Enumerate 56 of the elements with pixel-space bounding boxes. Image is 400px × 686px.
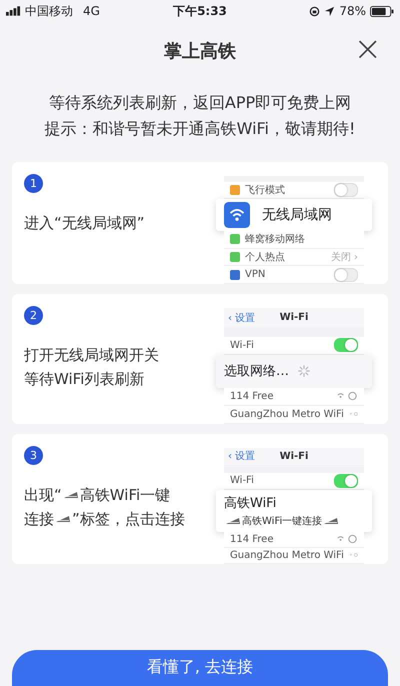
network-type: 4G (83, 4, 100, 18)
setting-label: 个人热点 (245, 250, 286, 264)
connect-button[interactable]: 看懂了, 去连接 (12, 650, 388, 686)
step-number: 3 (24, 446, 43, 465)
network-name: 114 Free (230, 390, 274, 402)
instruction-text: 提示：和谐号暂未开通高铁WiFi，敬请期待! (44, 118, 356, 140)
back-link[interactable]: ‹ 设置 (228, 310, 256, 325)
signal-icon (6, 6, 21, 16)
location-icon (324, 6, 336, 16)
battery-icon (370, 6, 394, 16)
popup-title: 高铁WiFi (224, 494, 276, 512)
setting-label: 蜂窝移动网络 (245, 232, 306, 246)
toggle-switch[interactable] (334, 474, 358, 488)
train-icon (323, 516, 340, 525)
step-text: 出现“ (24, 485, 62, 506)
setting-label: Wi-Fi (230, 475, 255, 486)
setting-label: 飞行模式 (245, 184, 286, 197)
toggle-switch[interactable] (334, 182, 358, 197)
toggle-switch[interactable] (334, 338, 358, 352)
network-name: 114 Free (230, 534, 274, 545)
clock: 下午5:33 (173, 2, 227, 20)
rotation-lock-icon (309, 6, 320, 16)
network-name: GuangZhou Metro WiFi (230, 550, 344, 561)
train-icon (62, 491, 79, 499)
train-icon (225, 516, 241, 525)
step-text: 等待WiFi列表刷新 (24, 369, 144, 390)
network-popup[interactable]: 高铁WiFi 高铁WiFi一键连接 (216, 490, 372, 532)
step-number: 2 (24, 306, 43, 325)
screen-title: Wi-Fi (280, 450, 308, 462)
instruction-text: 等待系统列表刷新，返回APP即可免费上网 (48, 92, 352, 114)
step-text: 高铁WiFi一键 (80, 485, 170, 506)
wifi-info-icon (336, 534, 358, 544)
setting-value: 关闭 › (330, 250, 358, 264)
screen-title: Wi-Fi (280, 312, 308, 324)
step-number: 1 (24, 174, 43, 193)
train-icon (55, 515, 71, 523)
wlan-popup[interactable]: 无线局域网 (216, 199, 372, 231)
popup-title: 无线局域网 (262, 206, 332, 224)
battery-percent: 78% (339, 4, 366, 18)
step-text: 进入“无线局域网” (24, 213, 145, 234)
popup-title: 选取网络… (224, 363, 289, 380)
step-text: 打开无线局域网开关 (24, 345, 159, 366)
setting-label: VPN (245, 269, 266, 280)
wifi-info-icon (336, 391, 358, 402)
popup-subtitle: 高铁WiFi一键连接 (242, 514, 322, 528)
page-title: 掌上高铁 (164, 40, 236, 63)
toggle-switch[interactable] (334, 268, 358, 282)
setting-label: Wi-Fi (230, 340, 255, 351)
close-button[interactable]: × (354, 32, 382, 66)
network-name: GuangZhou Metro WiFi (230, 408, 344, 420)
carrier-name: 中国移动 (25, 2, 73, 20)
step-text: 连接 (24, 509, 54, 530)
spinner-icon (297, 364, 311, 378)
back-link[interactable]: ‹ 设置 (228, 449, 256, 464)
wifi-icon (224, 202, 250, 228)
step-text: ”标签，点击连接 (72, 509, 185, 530)
